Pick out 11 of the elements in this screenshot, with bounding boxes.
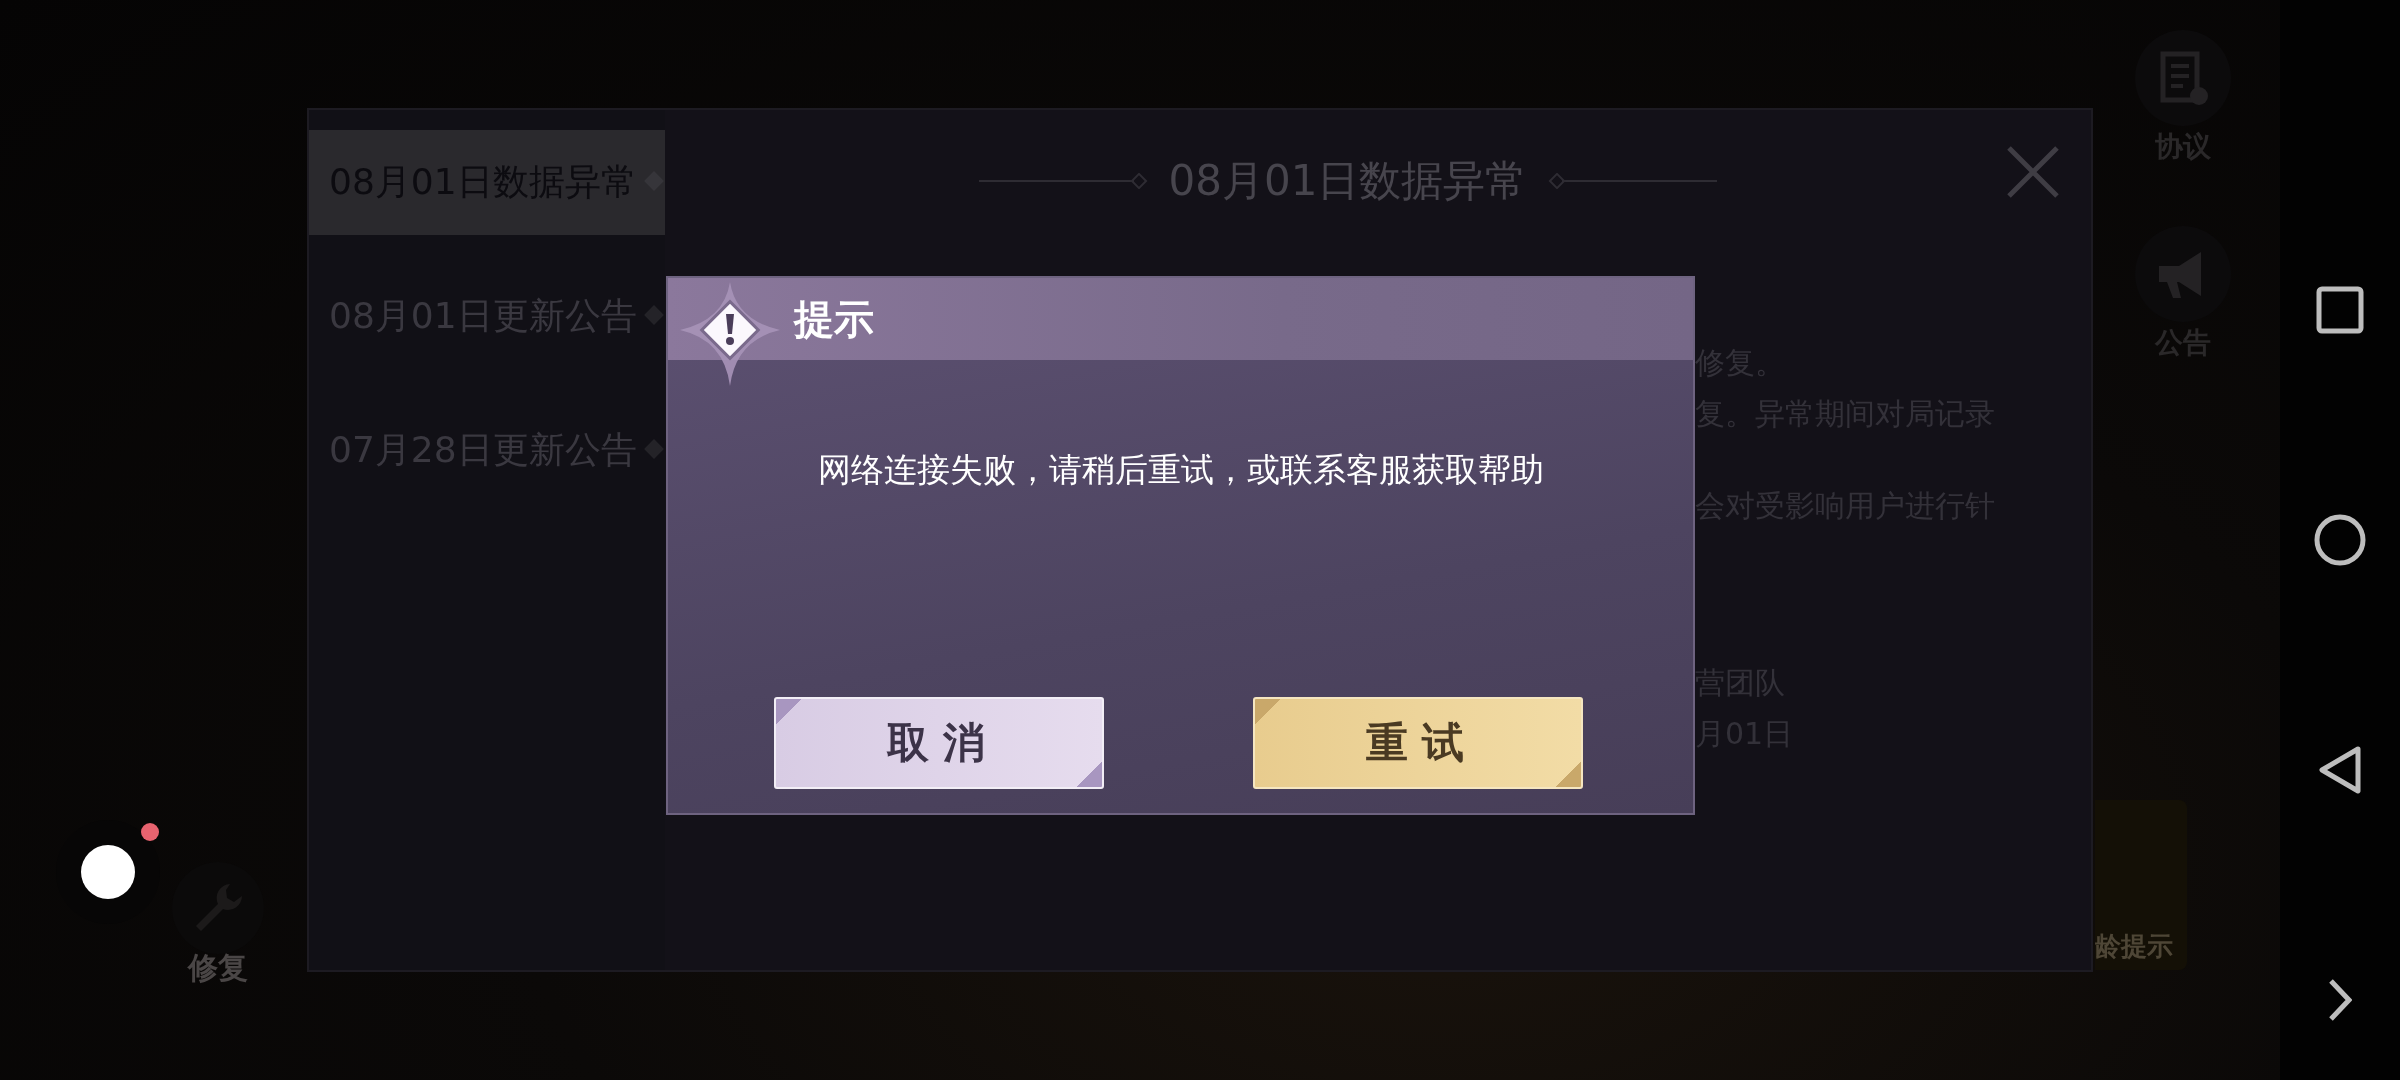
dialog-title: 提示: [794, 294, 874, 344]
triangle-icon: [2318, 745, 2362, 795]
circle-icon: [2314, 514, 2366, 566]
age-notice-label: 龄提示: [2095, 930, 2173, 963]
cancel-button[interactable]: 取消: [774, 697, 1104, 789]
retry-button[interactable]: 重试: [1253, 697, 1583, 789]
chevron-icon: [2328, 978, 2352, 1022]
age-notice-card[interactable]: 龄提示: [2095, 800, 2187, 970]
repair-label: 修复: [188, 949, 248, 987]
dialog-message: 网络连接失败，请稍后重试，或联系客服获取帮助: [816, 449, 1545, 491]
square-icon: [2316, 286, 2364, 334]
